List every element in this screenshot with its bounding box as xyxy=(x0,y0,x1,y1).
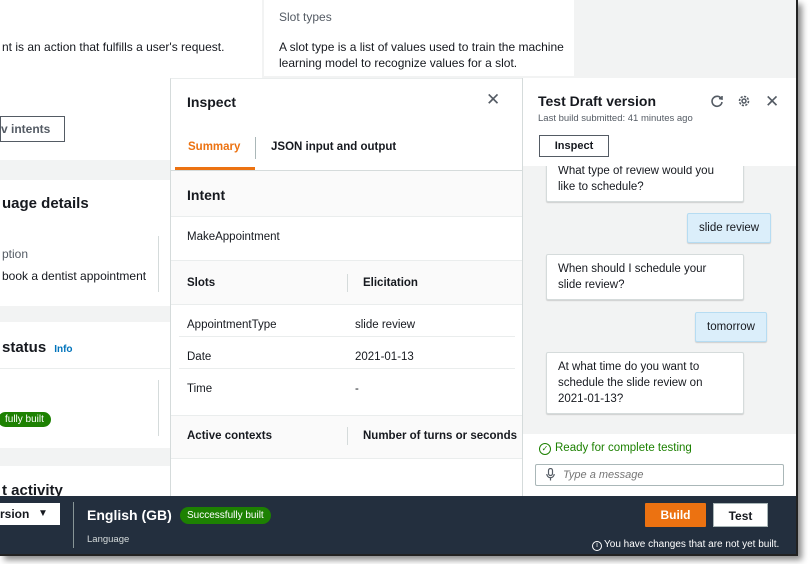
check-circle-icon: ✓ xyxy=(539,443,551,455)
description-label: ption xyxy=(2,247,29,261)
intent-section-header: Intent xyxy=(171,171,523,217)
test-button[interactable]: Test xyxy=(713,503,768,527)
info-link[interactable]: Info xyxy=(54,344,72,355)
changes-text: You have changes that are not yet built. xyxy=(604,539,780,550)
inspect-tabs: Summary JSON input and output xyxy=(171,125,523,171)
user-message: slide review xyxy=(687,213,772,243)
elicitation-column-header: Elicitation xyxy=(363,277,418,289)
slot-value: 2021-01-13 xyxy=(355,351,414,363)
language-name: English (GB) xyxy=(87,507,172,523)
gear-icon[interactable] xyxy=(737,94,751,111)
table-row: Date 2021-01-13 xyxy=(179,337,515,369)
tab-summary[interactable]: Summary xyxy=(188,141,240,153)
table-row: AppointmentType slide review xyxy=(179,305,515,337)
test-close-icon[interactable]: ✕ xyxy=(765,92,779,112)
slot-value: slide review xyxy=(355,319,416,331)
turns-column-header: Number of turns or seconds xyxy=(363,430,517,442)
build-status-badge: Successfully built xyxy=(180,507,271,524)
message-field[interactable] xyxy=(535,464,784,486)
fully-built-badge: fully built xyxy=(0,412,51,427)
ready-status: ✓ Ready for complete testing xyxy=(539,442,692,455)
inspect-title: Inspect xyxy=(187,94,237,110)
status-title: status xyxy=(2,339,47,356)
slots-table-header: Slots Elicitation xyxy=(171,261,523,305)
unbuilt-changes-notice: i You have changes that are not yet built… xyxy=(592,539,779,551)
divider xyxy=(158,236,159,292)
active-tab-indicator xyxy=(175,167,255,170)
slots-table-body: AppointmentType slide review Date 2021-0… xyxy=(171,305,523,401)
tab-json-input-output[interactable]: JSON input and output xyxy=(271,141,396,153)
microphone-icon[interactable] xyxy=(546,467,555,484)
slot-name: AppointmentType xyxy=(187,319,277,331)
build-button[interactable]: Build xyxy=(645,503,706,527)
language-details-title: uage details xyxy=(2,195,89,212)
divider xyxy=(73,502,74,548)
slot-types-description-1: A slot type is a list of values used to … xyxy=(279,40,564,54)
bottom-bar: rsion ▼ English (GB) Language Successful… xyxy=(0,496,796,554)
slots-column-header: Slots xyxy=(187,277,216,289)
description-value: book a dentist appointment xyxy=(2,269,147,283)
language-label: Language xyxy=(87,534,130,545)
divider xyxy=(0,368,170,369)
user-message: tomorrow xyxy=(695,312,767,342)
inspect-button[interactable]: Inspect xyxy=(539,135,609,157)
version-label: rsion xyxy=(0,507,30,521)
active-contexts-column-header: Active contexts xyxy=(187,430,273,442)
slot-name: Date xyxy=(187,351,212,363)
divider xyxy=(158,380,159,436)
caret-down-icon: ▼ xyxy=(38,508,48,519)
intent-row: MakeAppointment xyxy=(171,217,523,261)
bot-message: When should I schedule your slide review… xyxy=(546,254,744,300)
ready-text: Ready for complete testing xyxy=(555,442,692,454)
tab-separator xyxy=(255,137,256,159)
inspect-close-icon[interactable]: ✕ xyxy=(486,90,500,110)
chat-transcript: What type of review would you like to sc… xyxy=(523,166,796,434)
table-row: Time - xyxy=(179,369,515,401)
test-panel-title: Test Draft version xyxy=(538,93,656,109)
refresh-icon[interactable] xyxy=(710,94,724,111)
intent-value: MakeAppointment xyxy=(187,231,280,243)
bot-message: What type of review would you like to sc… xyxy=(546,166,744,202)
view-intents-button[interactable]: v intents xyxy=(0,116,65,142)
message-input[interactable] xyxy=(563,468,773,482)
slot-name: Time xyxy=(187,383,213,395)
slot-types-title: Slot types xyxy=(279,10,332,24)
screenshot-frame: Slot types nt is an action that fulfills… xyxy=(0,0,798,556)
column-divider xyxy=(347,427,348,445)
inspect-panel: Inspect ✕ Summary JSON input and output … xyxy=(170,78,523,496)
test-panel: Test Draft version Last build submitted:… xyxy=(522,78,796,496)
contexts-table-header: Active contexts Number of turns or secon… xyxy=(171,415,523,459)
slot-value: - xyxy=(355,383,359,395)
status-title-wrap: status Info xyxy=(2,339,73,356)
bot-message: At what time do you want to schedule the… xyxy=(546,352,744,414)
intent-description: nt is an action that fulfills a user's r… xyxy=(2,40,225,54)
version-selector[interactable]: rsion ▼ xyxy=(0,503,60,525)
info-icon: i xyxy=(592,541,602,551)
slot-types-description-2: learning model to recognize values for a… xyxy=(279,56,518,70)
intent-heading: Intent xyxy=(187,187,226,203)
last-build-text: Last build submitted: 41 minutes ago xyxy=(538,113,693,124)
column-divider xyxy=(347,274,348,292)
